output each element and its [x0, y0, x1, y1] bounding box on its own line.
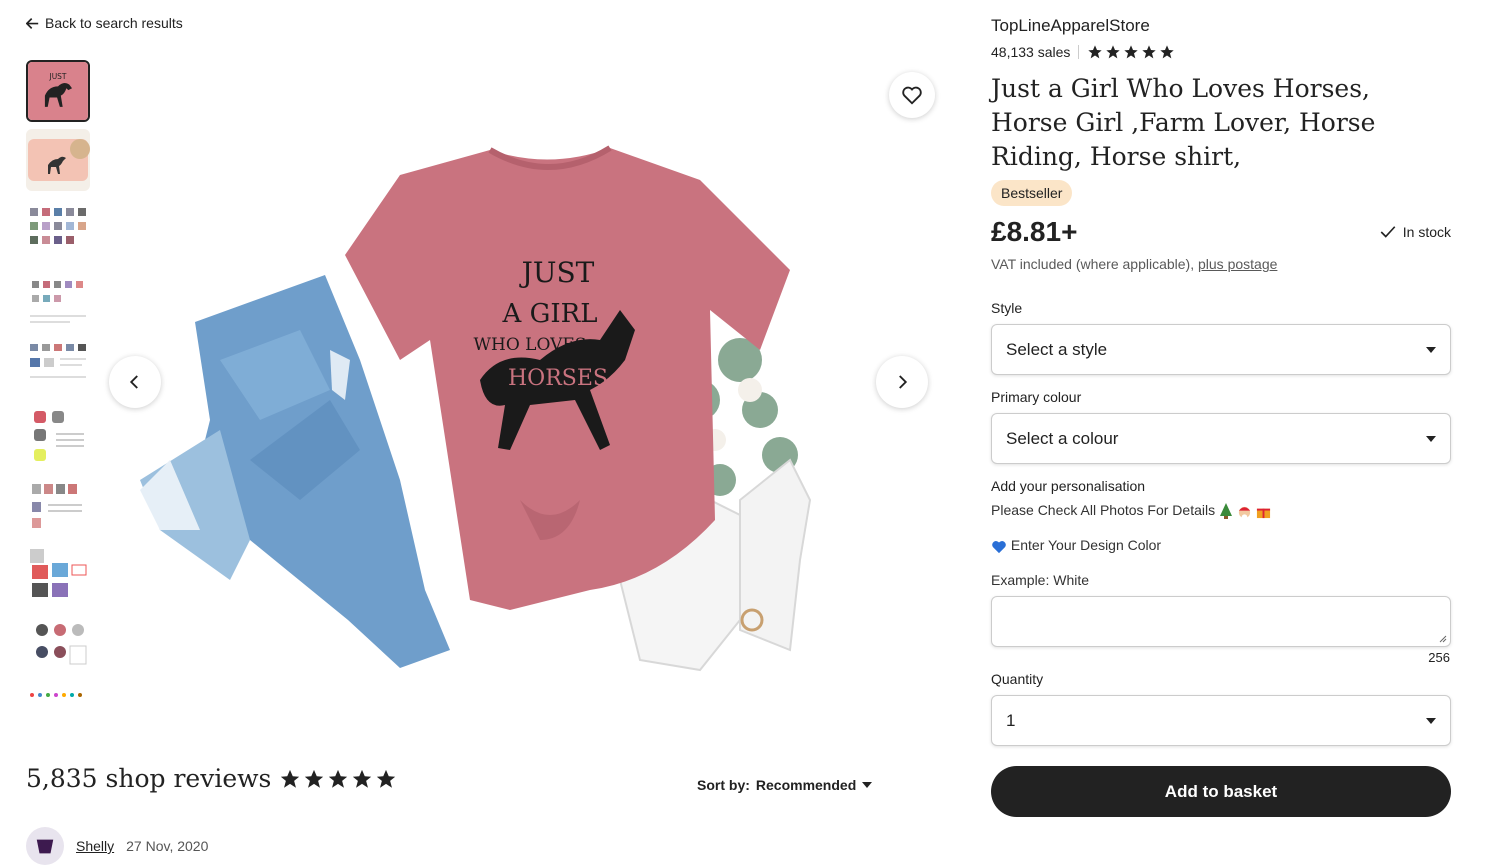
- reviews-count: 5,835 shop reviews: [26, 764, 272, 793]
- blue-heart-icon: [992, 541, 1006, 554]
- resize-grip-icon[interactable]: [1439, 635, 1447, 643]
- shirt-text-line-1: JUST: [519, 256, 595, 289]
- reviews-stars: [279, 768, 397, 790]
- vat-note: VAT included (where applicable), plus po…: [991, 256, 1451, 272]
- star-icon: [1106, 45, 1121, 59]
- product-title: Just a Girl Who Loves Horses, Horse Girl…: [991, 74, 1376, 171]
- stock-status: In stock: [1379, 223, 1451, 241]
- favourite-button[interactable]: [889, 72, 935, 118]
- product-price: £8.81+: [991, 216, 1078, 247]
- star-icon: [1142, 45, 1157, 59]
- style-label: Style: [991, 300, 1023, 316]
- personalisation-label: Add your personalisation: [991, 478, 1146, 494]
- checkmark-icon: [1380, 226, 1396, 238]
- thumbnail-8[interactable]: [26, 543, 90, 605]
- quantity-select[interactable]: 1: [991, 695, 1451, 747]
- quantity-label: Quantity: [991, 671, 1044, 688]
- colour-label: Primary colour: [991, 389, 1082, 405]
- sort-dropdown[interactable]: Sort by: Recommended: [697, 777, 873, 793]
- quantity-select-value: 1: [1006, 710, 1016, 730]
- thumbnail-7[interactable]: [26, 474, 90, 536]
- personalisation-line-2: Enter Your Design Color: [1010, 537, 1162, 554]
- previous-image-button[interactable]: [109, 356, 161, 408]
- heart-icon: [902, 86, 922, 105]
- back-link-label: Back to search results: [45, 15, 183, 31]
- review-item: Shelly 27 Nov, 2020: [26, 827, 208, 865]
- gift-icon: [1256, 508, 1270, 518]
- product-details-panel: TopLineApparelStore 48,133 sales Just a …: [991, 16, 1451, 818]
- thumbnail-2[interactable]: [26, 129, 90, 191]
- stock-label: In stock: [1402, 224, 1451, 240]
- personalisation-line-3: Example: White: [991, 572, 1090, 589]
- reviews-header: 5,835 shop reviews: [26, 764, 397, 793]
- thumbnail-5[interactable]: [26, 336, 90, 398]
- divider: [1078, 45, 1080, 59]
- vat-text: VAT included (where applicable),: [991, 256, 1195, 272]
- caret-down-icon: [1426, 346, 1436, 353]
- shop-sales-row: 48,133 sales: [991, 44, 1451, 60]
- thumbnail-3[interactable]: [26, 198, 90, 260]
- colour-select[interactable]: Select a colour: [991, 413, 1451, 464]
- star-icon: [281, 769, 300, 788]
- add-to-basket-button[interactable]: Add to basket: [991, 766, 1451, 818]
- sort-value: Recommended: [755, 777, 857, 793]
- user-avatar-icon: [36, 839, 54, 854]
- tree-icon: [1220, 503, 1232, 520]
- star-icon: [1124, 45, 1139, 59]
- shirt-text-line-4: HORSES: [508, 366, 608, 391]
- shop-name-link[interactable]: TopLineApparelStore: [991, 16, 1150, 36]
- bestseller-badge: Bestseller: [991, 180, 1073, 206]
- personalisation-textarea[interactable]: [991, 596, 1451, 648]
- caret-down-icon: [862, 782, 873, 788]
- back-to-search-link[interactable]: Back to search results: [26, 15, 183, 31]
- product-photo: JUST A GIRL WHO LOVES HORSES: [100, 60, 945, 720]
- thumbnail-6[interactable]: [26, 405, 90, 467]
- postage-link[interactable]: plus postage: [1198, 256, 1277, 272]
- star-icon: [1088, 45, 1103, 59]
- star-icon: [305, 769, 324, 788]
- arrow-left-icon: [26, 17, 39, 29]
- next-image-button[interactable]: [876, 356, 928, 408]
- star-icon: [353, 769, 372, 788]
- main-product-image: JUST A GIRL WHO LOVES HORSES: [100, 60, 945, 720]
- thumbnail-4[interactable]: [26, 267, 90, 329]
- colour-select-value: Select a colour: [1006, 428, 1119, 448]
- thumbnail-10[interactable]: [26, 681, 90, 710]
- shop-stars: [1087, 44, 1175, 60]
- star-icon: [1160, 45, 1175, 59]
- personalisation-instructions-2: Enter Your Design Color: [991, 537, 1451, 554]
- caret-down-icon: [1426, 717, 1436, 724]
- price-row: £8.81+ In stock: [991, 216, 1451, 248]
- santa-face-icon: [1238, 506, 1251, 519]
- thumbnail-1[interactable]: JUST: [26, 60, 90, 122]
- star-icon: [329, 769, 348, 788]
- sort-label: Sort by:: [697, 777, 750, 793]
- style-select-value: Select a style: [1006, 339, 1108, 359]
- personalisation-line-1: Please Check All Photos For Details: [991, 502, 1216, 518]
- avatar[interactable]: [26, 827, 64, 865]
- personalisation-instructions-1: Please Check All Photos For Details: [991, 502, 1451, 520]
- sales-count: 48,133 sales: [991, 44, 1071, 60]
- style-select[interactable]: Select a style: [991, 324, 1451, 375]
- caret-down-icon: [1426, 435, 1436, 442]
- thumbnail-9[interactable]: [26, 612, 90, 674]
- review-date: 27 Nov, 2020: [126, 838, 209, 854]
- thumbnail-strip: JUST: [26, 60, 92, 710]
- chevron-left-icon: [129, 375, 138, 389]
- reviewer-name-link[interactable]: Shelly: [76, 838, 114, 854]
- svg-text:JUST: JUST: [49, 72, 67, 81]
- star-icon: [377, 769, 396, 788]
- shirt-text-line-2: A GIRL: [502, 299, 598, 329]
- char-counter: 256: [1428, 650, 1450, 666]
- chevron-right-icon: [899, 375, 908, 389]
